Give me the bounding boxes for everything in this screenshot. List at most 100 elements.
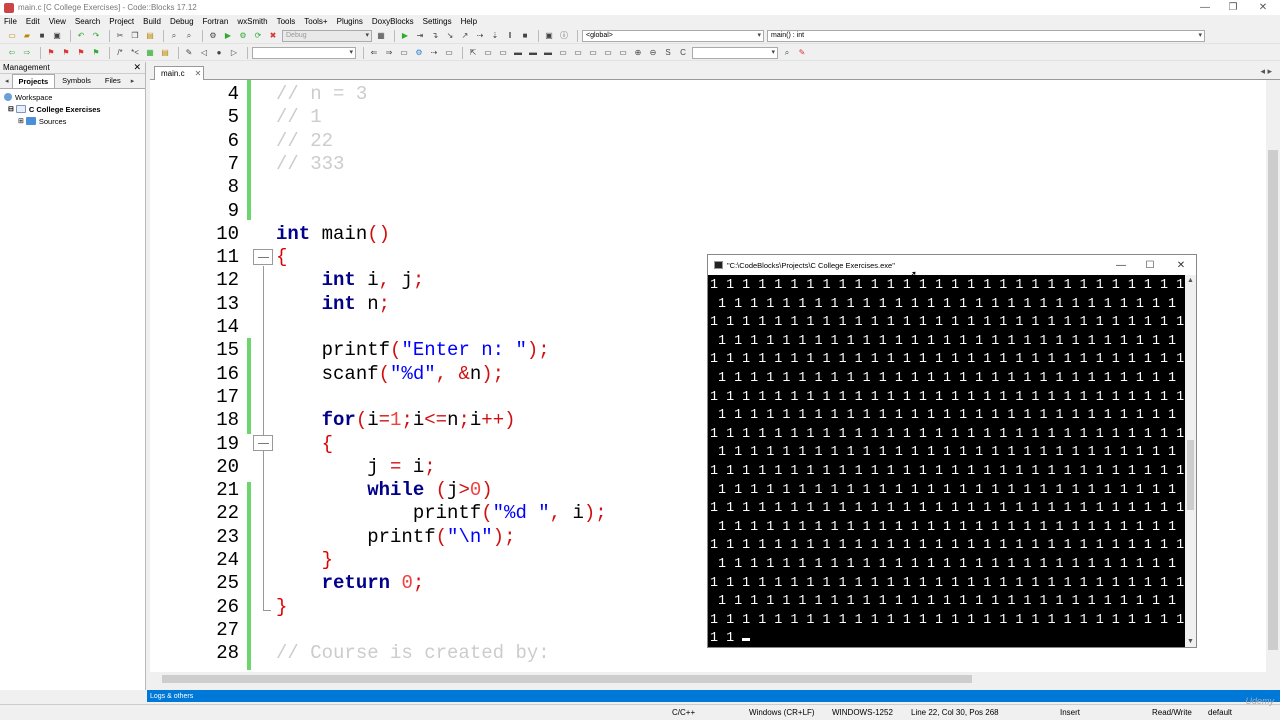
zoom-in-icon[interactable]: ⊕ bbox=[632, 47, 644, 59]
menu-file[interactable]: File bbox=[4, 17, 17, 26]
jump-back-icon[interactable]: ⇦ bbox=[6, 47, 18, 59]
toggle-bookmark-icon[interactable]: ⚑ bbox=[45, 47, 57, 59]
tab-projects[interactable]: Projects bbox=[11, 74, 56, 88]
scope-select[interactable]: <global> ▾ bbox=[582, 29, 764, 42]
run-to-cursor-icon[interactable]: ⇥ bbox=[414, 30, 426, 42]
code-completion-select[interactable]: ▾ bbox=[252, 46, 356, 59]
tree-item-sources[interactable]: ⊞ Sources bbox=[4, 115, 145, 127]
open-file-icon[interactable]: ▰ bbox=[21, 30, 33, 42]
wx-icon-1[interactable]: ▭ bbox=[482, 47, 494, 59]
menu-edit[interactable]: Edit bbox=[26, 17, 40, 26]
build-icon[interactable]: ⚙ bbox=[207, 30, 219, 42]
doxy-icon-1[interactable]: ⇐ bbox=[368, 47, 380, 59]
menu-plugins[interactable]: Plugins bbox=[337, 17, 363, 26]
select-icon[interactable]: ⇱ bbox=[467, 47, 479, 59]
tab-main-c[interactable]: main.c ✕ bbox=[154, 66, 204, 80]
record-icon[interactable]: ● bbox=[213, 47, 225, 59]
console-scrollbar[interactable]: ▲ ▼ bbox=[1185, 275, 1196, 647]
stop-debugger-icon[interactable]: ■ bbox=[519, 30, 531, 42]
debug-start-icon[interactable]: ▶ bbox=[399, 30, 411, 42]
fold-marker-icon[interactable] bbox=[253, 435, 273, 451]
menu-project[interactable]: Project bbox=[109, 17, 134, 26]
wx-icon-9[interactable]: ▭ bbox=[602, 47, 614, 59]
target-options-icon[interactable]: ▦ bbox=[375, 30, 387, 42]
new-file-icon[interactable]: ▭ bbox=[6, 30, 18, 42]
debug-windows-icon[interactable]: ▣ bbox=[543, 30, 555, 42]
menu-help[interactable]: Help bbox=[461, 17, 477, 26]
console-window[interactable]: "C:\CodeBlocks\Projects\C College Exerci… bbox=[707, 254, 1197, 648]
abort-icon[interactable]: ✖ bbox=[267, 30, 279, 42]
function-select[interactable]: main() : int ▾ bbox=[767, 29, 1205, 42]
paste-icon[interactable]: ▤ bbox=[144, 30, 156, 42]
step-out-icon[interactable]: ↗ bbox=[459, 30, 471, 42]
prev-match-icon[interactable]: ◁ bbox=[198, 47, 210, 59]
step-into-instruction-icon[interactable]: ⇣ bbox=[489, 30, 501, 42]
settings-wrench-icon[interactable]: ✎ bbox=[796, 47, 808, 59]
minimize-button[interactable]: — bbox=[1190, 0, 1220, 15]
menu-debug[interactable]: Debug bbox=[170, 17, 194, 26]
next-match-icon[interactable]: ▷ bbox=[228, 47, 240, 59]
tab-symbols[interactable]: Symbols bbox=[55, 73, 98, 88]
build-run-icon[interactable]: ⚙ bbox=[237, 30, 249, 42]
menu-view[interactable]: View bbox=[49, 17, 66, 26]
close-button[interactable]: ✕ bbox=[1248, 0, 1278, 15]
editor-vertical-scrollbar[interactable] bbox=[1266, 80, 1280, 686]
menu-tools-plus[interactable]: Tools+ bbox=[304, 17, 327, 26]
next-instruction-icon[interactable]: ⇢ bbox=[474, 30, 486, 42]
doxy-icon-4[interactable]: ⚙ bbox=[413, 47, 425, 59]
tab-files[interactable]: Files bbox=[98, 73, 128, 88]
editor-horizontal-scrollbar[interactable] bbox=[150, 672, 1266, 686]
match-brace-icon[interactable]: ✎ bbox=[183, 47, 195, 59]
tree-item-project[interactable]: ⊟ C College Exercises bbox=[4, 103, 145, 115]
wx-icon-3[interactable]: ▬ bbox=[512, 47, 524, 59]
tab-scroll-left-icon[interactable]: ◂ bbox=[2, 74, 12, 88]
cut-icon[interactable]: ✂ bbox=[114, 30, 126, 42]
console-maximize-button[interactable]: ☐ bbox=[1135, 255, 1165, 275]
menu-build[interactable]: Build bbox=[143, 17, 161, 26]
console-minimize-button[interactable]: — bbox=[1106, 255, 1136, 275]
menu-settings[interactable]: Settings bbox=[423, 17, 452, 26]
wx-icon-6[interactable]: ▭ bbox=[557, 47, 569, 59]
menu-wxsmith[interactable]: wxSmith bbox=[237, 17, 267, 26]
menu-search[interactable]: Search bbox=[75, 17, 100, 26]
replace-icon[interactable]: ⌕ bbox=[183, 30, 195, 42]
wx-icon-7[interactable]: ▭ bbox=[572, 47, 584, 59]
tab-scroll-right-icon[interactable]: ▸ bbox=[128, 74, 138, 88]
search-combo[interactable]: ▾ bbox=[692, 46, 778, 59]
rebuild-icon[interactable]: ⟳ bbox=[252, 30, 264, 42]
wx-icon-4[interactable]: ▬ bbox=[527, 47, 539, 59]
maximize-button[interactable]: ❐ bbox=[1218, 0, 1248, 15]
menu-doxyblocks[interactable]: DoxyBlocks bbox=[372, 17, 414, 26]
wx-icon-10[interactable]: ▭ bbox=[617, 47, 629, 59]
zoom-out-icon[interactable]: ⊖ bbox=[647, 47, 659, 59]
clear-bookmarks-icon[interactable]: ⚑ bbox=[90, 47, 102, 59]
prev-bookmark-icon[interactable]: ⚑ bbox=[60, 47, 72, 59]
next-bookmark-icon[interactable]: ⚑ bbox=[75, 47, 87, 59]
wx-icon-5[interactable]: ▬ bbox=[542, 47, 554, 59]
undo-icon[interactable]: ↶ bbox=[75, 30, 87, 42]
snippets-icon[interactable]: ▤ bbox=[159, 47, 171, 59]
wx-icon-2[interactable]: ▭ bbox=[497, 47, 509, 59]
run-icon[interactable]: ▶ bbox=[222, 30, 234, 42]
collapse-icon[interactable]: ⊟ bbox=[8, 105, 14, 113]
comment-icon[interactable]: /* bbox=[114, 47, 126, 59]
redo-icon[interactable]: ↷ bbox=[90, 30, 102, 42]
jump-forward-icon[interactable]: ⇨ bbox=[21, 47, 33, 59]
wx-icon-8[interactable]: ▭ bbox=[587, 47, 599, 59]
uncomment-icon[interactable]: *< bbox=[129, 47, 141, 59]
s-icon[interactable]: S bbox=[662, 47, 674, 59]
doxy-icon-6[interactable]: ▭ bbox=[443, 47, 455, 59]
debug-info-icon[interactable]: ⓘ bbox=[558, 30, 570, 42]
find-next-icon[interactable]: ⌕ bbox=[781, 47, 793, 59]
logs-tab[interactable]: Logs & others bbox=[147, 690, 1280, 702]
step-into-icon[interactable]: ↘ bbox=[444, 30, 456, 42]
find-icon[interactable]: ⌕ bbox=[168, 30, 180, 42]
doxy-icon-5[interactable]: ⇢ bbox=[428, 47, 440, 59]
menu-tools[interactable]: Tools bbox=[277, 17, 296, 26]
copy-icon[interactable]: ❐ bbox=[129, 30, 141, 42]
management-close-icon[interactable]: ✕ bbox=[133, 62, 141, 73]
tab-nav-icon[interactable]: ◂ ▸ bbox=[1260, 66, 1272, 77]
doxy-icon-3[interactable]: ▭ bbox=[398, 47, 410, 59]
console-close-button[interactable]: ✕ bbox=[1166, 255, 1196, 275]
fold-marker-icon[interactable] bbox=[253, 249, 273, 265]
